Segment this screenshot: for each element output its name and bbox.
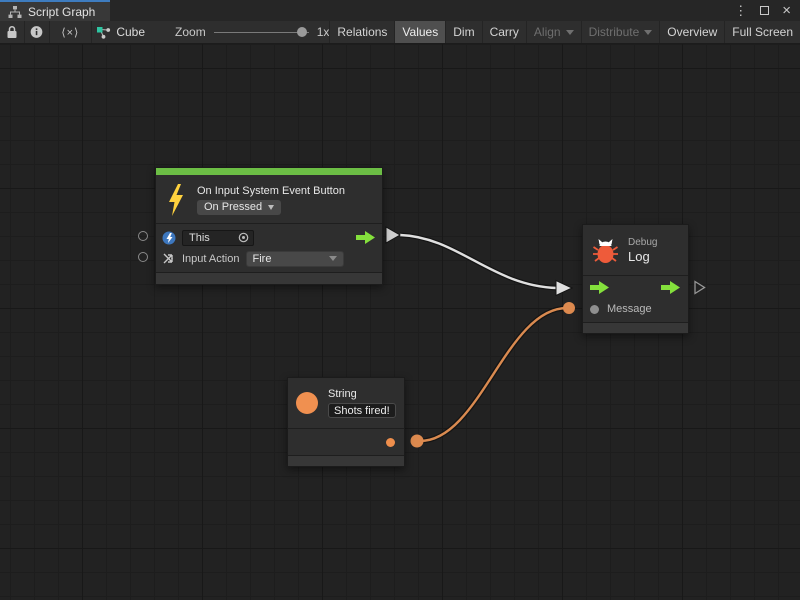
event-action-port[interactable] <box>138 252 148 262</box>
graph-network-icon <box>97 26 111 39</box>
this-field[interactable]: This <box>182 230 254 246</box>
lock-button[interactable] <box>0 21 24 43</box>
string-node-header: String Shots fired! <box>288 378 404 428</box>
node-on-input-system-event-button[interactable]: On Input System Event Button On Pressed … <box>155 167 383 285</box>
event-accent-bar <box>156 168 382 175</box>
tab-bar: Script Graph ⋮ × <box>0 0 800 21</box>
graph-canvas[interactable]: On Input System Event Button On Pressed … <box>0 44 800 600</box>
wire-event-to-log[interactable] <box>400 235 557 288</box>
chevron-down-icon <box>644 30 652 35</box>
node-string-literal[interactable]: String Shots fired! <box>287 377 405 467</box>
string-value-text: Shots fired! <box>334 405 390 417</box>
debug-message-row: Message <box>583 298 688 320</box>
string-type-icon <box>296 392 318 414</box>
distribute-label: Distribute <box>589 25 640 39</box>
bug-icon <box>592 236 619 264</box>
event-type-label: On Pressed <box>204 201 262 213</box>
event-node-footer <box>156 272 382 284</box>
event-node-body: This Input Action <box>156 224 382 269</box>
chevron-down-icon <box>268 205 274 210</box>
wire-string-to-message[interactable] <box>420 308 567 441</box>
gameobject-icon <box>162 231 176 245</box>
string-node-footer <box>288 455 404 466</box>
zoom-control: Zoom 1x <box>175 21 329 43</box>
wire-arrowhead <box>556 281 572 296</box>
close-button[interactable]: × <box>782 3 791 18</box>
full-screen-button[interactable]: Full Screen <box>725 21 800 43</box>
graph-hierarchy-icon <box>8 6 22 18</box>
message-label: Message <box>607 303 652 315</box>
string-node-body <box>288 429 404 456</box>
object-picker-icon[interactable] <box>238 232 249 243</box>
toolbar-right-buttons: Relations Values Dim Carry Align Distrib… <box>329 21 800 43</box>
graph-toolbar: ⟨×⟩ Cube Zoom 1x Relations Values Dim Ca… <box>0 21 800 44</box>
input-action-dropdown[interactable]: Fire <box>246 251 344 267</box>
wire-endpoint-dot <box>411 435 424 448</box>
node-debug-log[interactable]: Debug Log Message <box>582 224 689 334</box>
this-field-value: This <box>189 232 210 244</box>
relations-button[interactable]: Relations <box>330 21 394 43</box>
overview-button[interactable]: Overview <box>660 21 724 43</box>
flow-output-port[interactable] <box>661 281 681 294</box>
window-controls: ⋮ × <box>734 0 800 21</box>
lock-icon <box>6 25 18 39</box>
debug-node-category: Debug <box>628 237 657 248</box>
graph-breadcrumb[interactable]: Cube <box>91 21 153 43</box>
zoom-slider-track <box>214 32 309 34</box>
flow-output-hollow-triangle <box>695 282 705 294</box>
wire-endpoint-dot <box>563 302 575 314</box>
message-input-port[interactable] <box>590 305 599 314</box>
wire-start-cap <box>386 227 400 243</box>
debug-node-footer <box>583 322 688 333</box>
event-node-header: On Input System Event Button On Pressed <box>156 175 382 223</box>
code-view-button[interactable]: ⟨×⟩ <box>50 21 91 43</box>
event-node-title: On Input System Event Button <box>197 185 345 197</box>
tab-script-graph[interactable]: Script Graph <box>0 0 110 21</box>
window-menu-button[interactable]: ⋮ <box>734 4 747 17</box>
lightning-icon <box>166 184 186 216</box>
flow-input-port[interactable] <box>590 281 610 294</box>
carry-button[interactable]: Carry <box>483 21 526 43</box>
tab-title: Script Graph <box>28 5 95 19</box>
event-this-port[interactable] <box>138 231 148 241</box>
flow-output-port[interactable] <box>356 231 376 244</box>
info-button[interactable] <box>24 21 49 43</box>
zoom-slider-handle[interactable] <box>297 27 307 37</box>
event-action-row: Input Action Fire <box>156 248 382 269</box>
string-value-input[interactable]: Shots fired! <box>328 403 396 418</box>
input-action-icon <box>162 252 176 265</box>
align-label: Align <box>534 25 561 39</box>
values-button[interactable]: Values <box>395 21 445 43</box>
chevron-down-icon <box>329 256 337 261</box>
debug-flow-row <box>583 276 688 298</box>
dim-button[interactable]: Dim <box>446 21 481 43</box>
info-icon <box>30 25 43 39</box>
event-type-dropdown[interactable]: On Pressed <box>197 200 281 215</box>
breadcrumb-label: Cube <box>116 25 145 39</box>
chevron-down-icon <box>566 30 574 35</box>
maximize-button[interactable] <box>760 6 769 15</box>
zoom-label: Zoom <box>175 25 206 39</box>
debug-node-title: Log <box>628 249 657 264</box>
input-action-value: Fire <box>253 253 272 265</box>
debug-node-header: Debug Log <box>583 225 688 275</box>
event-this-row: This <box>156 227 382 248</box>
string-node-title: String <box>328 388 396 400</box>
string-output-port[interactable] <box>386 438 395 447</box>
distribute-dropdown[interactable]: Distribute <box>582 21 660 43</box>
input-action-label: Input Action <box>182 253 240 265</box>
align-dropdown[interactable]: Align <box>527 21 581 43</box>
zoom-value: 1x <box>317 25 330 39</box>
zoom-slider[interactable] <box>214 27 309 38</box>
